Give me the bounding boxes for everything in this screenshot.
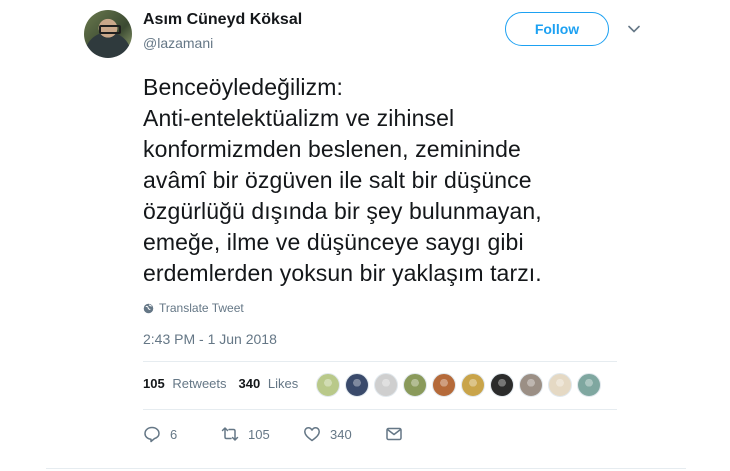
likes-label: Likes (267, 376, 299, 391)
likes-count: 340 (238, 376, 261, 391)
user-display-name[interactable]: Asım Cüneyd Köksal (143, 11, 302, 29)
translate-tweet-link[interactable]: Translate Tweet (143, 301, 244, 315)
user-handle[interactable]: @lazamani (143, 35, 213, 51)
liker-avatar[interactable] (432, 373, 456, 397)
likes-stat[interactable]: 340 Likes (239, 376, 299, 391)
liker-avatar[interactable] (403, 373, 427, 397)
chevron-down-icon[interactable] (627, 22, 641, 36)
user-avatar[interactable] (84, 10, 132, 58)
translate-label[interactable]: Translate Tweet (159, 301, 244, 315)
tweet-actions: 6 105 340 (143, 425, 403, 443)
liker-avatar[interactable] (345, 373, 369, 397)
liker-avatar[interactable] (316, 373, 340, 397)
reply-icon (144, 426, 160, 443)
globe-icon (143, 303, 154, 313)
liker-avatar[interactable] (461, 373, 485, 397)
liker-avatars (316, 373, 601, 397)
retweet-count: 105 (248, 426, 270, 442)
tweet-bottom-border (46, 468, 686, 469)
like-action[interactable]: 340 (303, 425, 385, 443)
retweet-icon (221, 427, 239, 441)
envelope-icon (386, 427, 402, 441)
divider-bottom (143, 409, 617, 410)
liker-avatar[interactable] (577, 373, 601, 397)
avatar-glasses (99, 25, 121, 34)
liker-avatar[interactable] (490, 373, 514, 397)
like-count: 340 (330, 426, 352, 442)
heart-icon (304, 427, 320, 442)
liker-avatar[interactable] (374, 373, 398, 397)
retweet-action[interactable]: 105 (221, 425, 303, 443)
tweet-stats: 105 Retweets 340 Likes (143, 376, 310, 391)
divider-top (143, 361, 617, 362)
retweets-stat[interactable]: 105 Retweets (143, 376, 227, 391)
retweets-count: 105 (143, 376, 165, 391)
liker-avatar[interactable] (519, 373, 543, 397)
tweet-text: Benceöyledeğilizm: Anti-entelektüalizm v… (143, 74, 542, 286)
reply-count: 6 (170, 426, 178, 442)
liker-avatar[interactable] (548, 373, 572, 397)
reply-action[interactable]: 6 (143, 425, 221, 443)
follow-button[interactable]: Follow (505, 12, 609, 46)
tweet-timestamp[interactable]: 2:43 PM - 1 Jun 2018 (143, 331, 277, 347)
direct-message-action[interactable] (385, 425, 403, 443)
retweets-label: Retweets (172, 376, 227, 391)
